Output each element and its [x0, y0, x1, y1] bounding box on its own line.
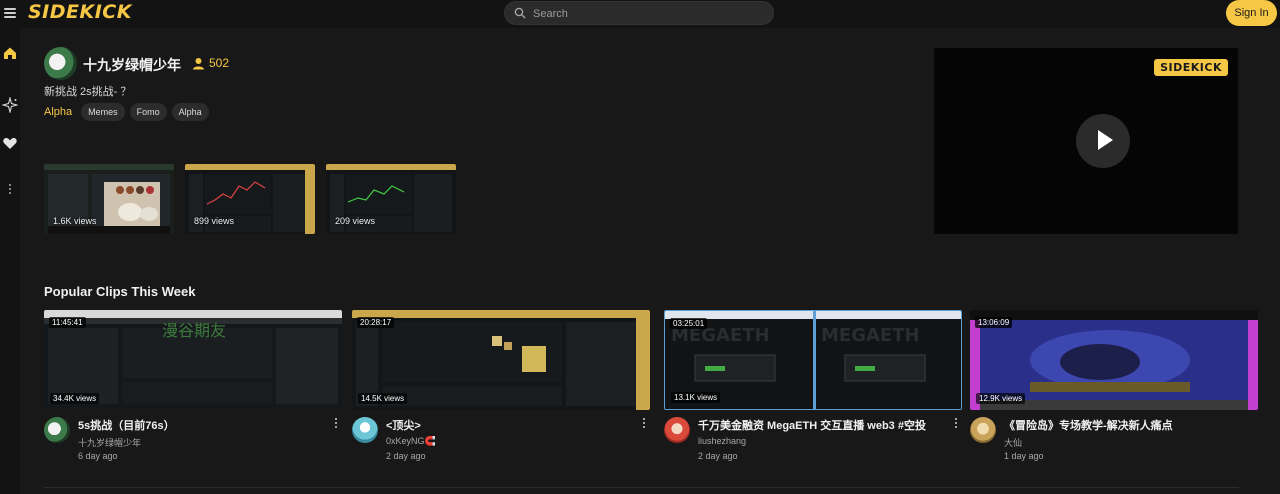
author-avatar[interactable] [664, 417, 690, 443]
streamer-avatar[interactable] [44, 47, 77, 80]
clip-thumbnail[interactable]: 13:06:09 12.9K views [970, 310, 1258, 410]
clip-view-count: 899 views [194, 216, 235, 226]
clip-title[interactable]: 千万美金融资 MegaETH 交互直播 web3 #空投 [698, 417, 926, 433]
more-options-icon[interactable] [332, 416, 340, 430]
popular-clip-card[interactable]: 20:28:17 14.5K views <顶尖> 0xKeyNG🧲 2 day… [352, 310, 650, 470]
author-avatar[interactable] [352, 417, 378, 443]
clip-view-count: 14.5K views [358, 393, 408, 404]
svg-text:漫谷期友: 漫谷期友 [162, 321, 226, 340]
sparkle-icon[interactable] [2, 97, 18, 113]
popular-clip-card[interactable]: 漫谷期友 11:45:41 34.4K views 5s挑战（目前76s） 十九… [44, 310, 342, 470]
search-input[interactable] [531, 4, 765, 24]
clip-author[interactable]: 十九岁绿帽少年 [78, 436, 141, 449]
play-icon [1098, 130, 1113, 150]
more-options-icon[interactable] [952, 416, 960, 430]
recent-clip-thumbnail[interactable]: 899 views [185, 164, 315, 234]
sidekick-logo[interactable]: SIDEKICK [28, 1, 132, 23]
clip-age: 1 day ago [1004, 451, 1044, 461]
play-button[interactable] [1076, 114, 1130, 168]
popular-clip-card[interactable]: 13:06:09 12.9K views 《冒险岛》专场教学-解决新人痛点 大仙… [970, 310, 1268, 470]
clip-view-count: 209 views [335, 216, 376, 226]
video-player[interactable]: SIDEKICK [934, 48, 1238, 234]
clip-view-count: 34.4K views [50, 393, 100, 404]
section-divider [44, 487, 1239, 488]
tag-chip[interactable]: Memes [81, 103, 125, 121]
clip-duration: 20:28:17 [357, 317, 395, 328]
clip-author[interactable]: 大仙 [1004, 436, 1022, 449]
clip-thumbnail[interactable]: MEGAETH MEGAETH 03:25:01 13.1K views [664, 310, 962, 410]
top-bar: SIDEKICK Sign In [0, 0, 1280, 28]
clip-view-count: 12.9K views [976, 393, 1026, 404]
clip-title[interactable]: 5s挑战（目前76s） [78, 417, 175, 433]
viewer-icon [193, 57, 204, 69]
author-avatar[interactable] [970, 417, 996, 443]
category-link[interactable]: Alpha [44, 106, 72, 118]
menu-icon[interactable] [4, 6, 16, 20]
recent-clip-thumbnail[interactable]: 209 views [326, 164, 456, 234]
search-icon [514, 7, 526, 19]
clip-age: 2 day ago [386, 451, 426, 461]
svg-text:MEGAETH: MEGAETH [821, 325, 920, 346]
player-watermark: SIDEKICK [1154, 59, 1228, 76]
clip-age: 2 day ago [698, 451, 738, 461]
sidebar [0, 28, 20, 494]
popular-clip-card[interactable]: MEGAETH MEGAETH 03:25:01 13.1K views 千万美… [664, 310, 962, 470]
recent-clip-thumbnail[interactable]: 1.6K views [44, 164, 174, 234]
sign-in-button[interactable]: Sign In [1226, 0, 1277, 26]
clip-title[interactable]: 《冒险岛》专场教学-解决新人痛点 [1004, 417, 1173, 433]
search-bar[interactable] [504, 1, 774, 25]
clip-duration: 13:06:09 [975, 317, 1013, 328]
clip-author[interactable]: 0xKeyNG🧲 [386, 436, 436, 447]
clip-duration: 11:45:41 [49, 317, 86, 328]
clip-view-count: 1.6K views [53, 216, 97, 226]
popular-clips-heading: Popular Clips This Week [44, 284, 196, 299]
tag-chip[interactable]: Alpha [171, 103, 209, 121]
clip-title[interactable]: <顶尖> [386, 417, 421, 433]
clip-view-count: 13.1K views [671, 392, 721, 403]
clip-thumbnail[interactable]: 20:28:17 14.5K views [352, 310, 650, 410]
clip-thumbnail[interactable]: 漫谷期友 11:45:41 34.4K views [44, 310, 342, 410]
clip-duration: 03:25:01 [670, 318, 708, 329]
stream-tags: Alpha Memes Fomo Alpha [44, 103, 209, 121]
viewer-count-value: 502 [209, 56, 230, 70]
clip-author[interactable]: liushezhang [698, 436, 746, 446]
more-options-icon[interactable] [640, 416, 648, 430]
clip-age: 6 day ago [78, 451, 118, 461]
home-icon[interactable] [2, 45, 18, 61]
viewer-count: 502 [192, 56, 229, 70]
stream-title: 新挑战 2s挑战- ？ [44, 86, 132, 98]
heart-icon[interactable] [2, 135, 18, 151]
streamer-name[interactable]: 十九岁绿帽少年 [83, 55, 181, 75]
tag-chip[interactable]: Fomo [129, 103, 167, 121]
more-icon[interactable] [2, 181, 18, 197]
author-avatar[interactable] [44, 417, 70, 443]
